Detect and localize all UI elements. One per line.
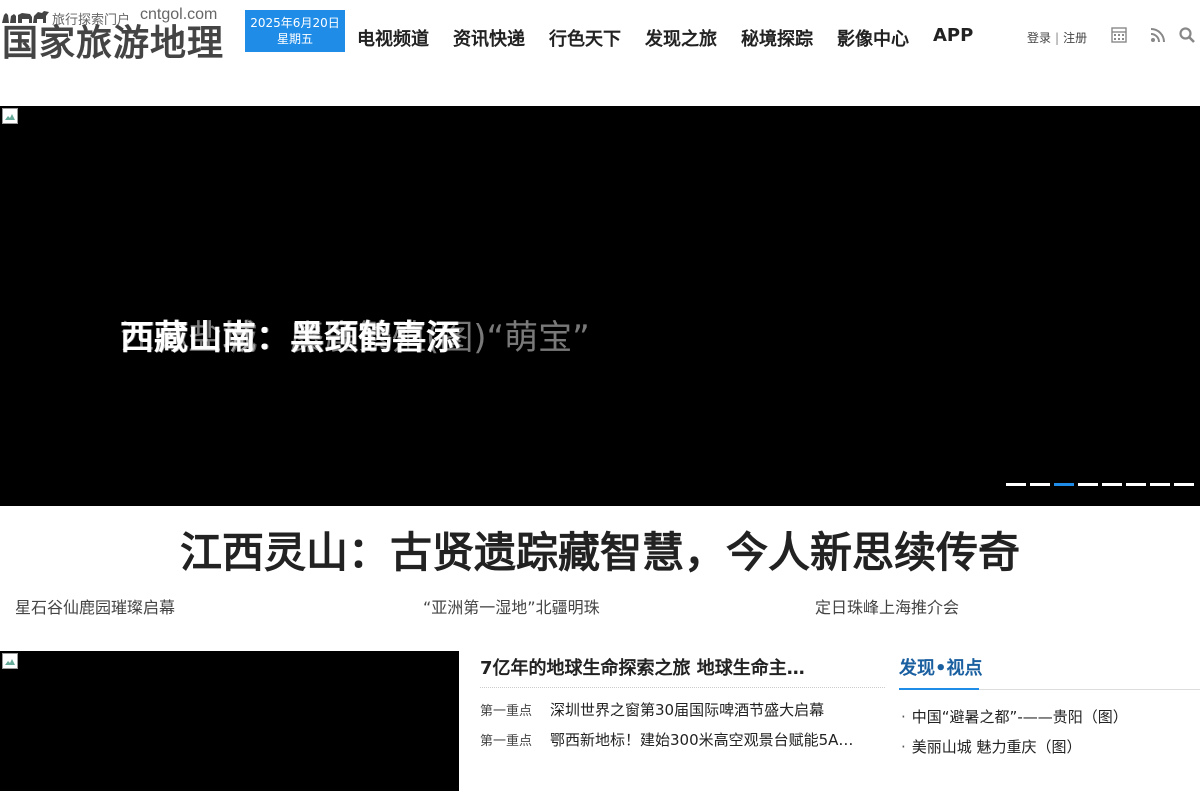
sub-link[interactable]: 星石谷仙鹿园璀璨启幕 [15, 594, 175, 618]
slider-dot[interactable] [1102, 483, 1122, 486]
list-item[interactable]: · 美丽山城 魅力重庆（图） [899, 732, 1200, 762]
list-item: 第一重点 鄂西新地标！建始300米高空观景台赋能5A… [480, 727, 885, 753]
side-link[interactable]: 美丽山城 魅力重庆（图） [912, 738, 1082, 756]
login-link[interactable]: 登录 [1027, 31, 1051, 45]
slide-caption-current[interactable]: 西藏山南：黑颈鹤喜添 [120, 318, 460, 358]
news-tag: 第一重点 [480, 734, 533, 749]
broken-image-icon [2, 108, 18, 124]
panel-title[interactable]: 发现•视点 [899, 658, 983, 679]
site-logo[interactable]: 旅行探索门户 cntgol.com 国家旅游地理 [2, 6, 227, 66]
weekday-text: 星期五 [276, 32, 313, 46]
slider-dot[interactable] [1078, 483, 1098, 486]
list-item: 第一重点 深圳世界之窗第30届国际啤酒节盛大启幕 [480, 697, 885, 723]
date-badge: 2025年6月20日 星期五 [245, 10, 345, 52]
slider-dot[interactable] [1150, 483, 1170, 486]
news-tag: 第一重点 [480, 704, 533, 719]
slider-dot[interactable] [1054, 483, 1074, 486]
slider-dot[interactable] [1126, 483, 1146, 486]
rss-icon[interactable] [1149, 26, 1167, 44]
main-nav: 电视频道 资讯快递 行色天下 发现之旅 秘境探踪 影像中心 APP [357, 25, 973, 51]
logo-name: 国家旅游地理 [2, 22, 225, 64]
news-list: 7亿年的地球生命探索之旅 地球生命主… 第一重点 深圳世界之窗第30届国际啤酒节… [480, 655, 885, 753]
nav-item-news[interactable]: 资讯快递 [453, 25, 525, 51]
broken-image-icon [2, 653, 18, 669]
search-icon[interactable] [1178, 26, 1196, 44]
feature-image[interactable] [0, 651, 459, 791]
nav-item-discovery[interactable]: 发现之旅 [645, 25, 717, 51]
slider-dots [1006, 483, 1194, 486]
news-link[interactable]: 深圳世界之窗第30届国际啤酒节盛大启幕 [550, 697, 824, 723]
date-text: 2025年6月20日 [250, 16, 340, 30]
sub-link[interactable]: “亚洲第一湿地”北疆明珠 [423, 594, 600, 618]
calendar-icon[interactable] [1110, 26, 1128, 44]
slider-dot[interactable] [1030, 483, 1050, 486]
slider-dot[interactable] [1174, 483, 1194, 486]
news-title[interactable]: 7亿年的地球生命探索之旅 地球生命主… [480, 655, 885, 688]
nav-item-explore[interactable]: 秘境探踪 [741, 25, 813, 51]
slider-dot[interactable] [1006, 483, 1026, 486]
nav-item-travel[interactable]: 行色天下 [549, 25, 621, 51]
user-links: 登录 | 注册 [1027, 29, 1087, 46]
news-link[interactable]: 鄂西新地标！建始300米高空观景台赋能5A… [550, 727, 853, 753]
title-underline [899, 688, 979, 690]
nav-item-tv[interactable]: 电视频道 [357, 25, 429, 51]
discovery-panel: 发现•视点 · 中国“避暑之都”-——贵阳（图） · 美丽山城 魅力重庆（图） [899, 655, 1200, 762]
hero-slider[interactable]: 江苏盐城：麋鹿繁殖(图)“萌宝” 西藏山城：黑颈鹤喜添 西藏山南：黑颈鹤喜添 [0, 106, 1200, 506]
logo-animals-icon [2, 11, 49, 23]
headline-title[interactable]: 江西灵山：古贤遗踪藏智慧，今人新思续传奇 [0, 526, 1200, 580]
panel-header: 发现•视点 [899, 655, 1200, 690]
link-separator: | [1055, 31, 1060, 45]
register-link[interactable]: 注册 [1063, 31, 1087, 45]
sub-link[interactable]: 定日珠峰上海推介会 [815, 594, 959, 618]
site-header: 旅行探索门户 cntgol.com 国家旅游地理 2025年6月20日 星期五 … [0, 0, 1200, 80]
nav-item-gallery[interactable]: 影像中心 [837, 25, 909, 51]
side-link[interactable]: 中国“避暑之都”-——贵阳（图） [912, 708, 1128, 726]
nav-item-app[interactable]: APP [933, 25, 973, 51]
list-item[interactable]: · 中国“避暑之都”-——贵阳（图） [899, 702, 1200, 732]
